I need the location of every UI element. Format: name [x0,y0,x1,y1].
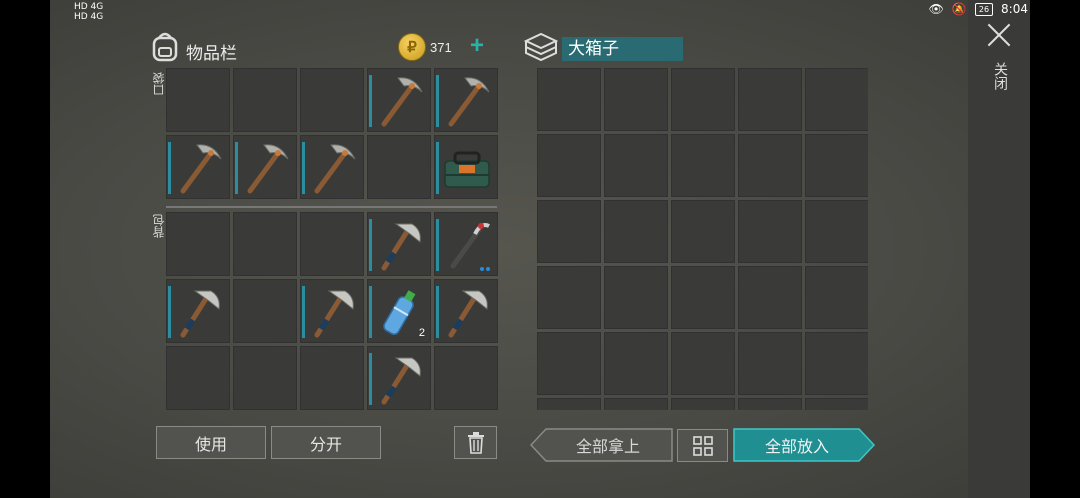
pocket-slot[interactable] [233,68,297,132]
durability-dots [480,267,492,271]
chest-slot[interactable] [805,332,868,395]
battery-icon: 26 [974,2,994,16]
chest-slot[interactable] [537,398,601,410]
chest-grid-viewport[interactable] [537,68,868,410]
pocket-slot[interactable] [367,68,431,132]
chest-slot[interactable] [604,200,668,263]
pocket-slot[interactable] [166,135,230,199]
backpack-label: 背包 [152,214,166,238]
chest-slot[interactable] [671,332,735,395]
backpack-slot[interactable] [233,212,297,276]
chest-slot[interactable] [604,134,668,197]
backpack-slot[interactable] [367,346,431,410]
chest-title: 大箱子 [562,37,683,61]
clock: 8:04 [1001,2,1028,16]
chest-slot[interactable] [537,200,601,263]
pocket-slot[interactable] [233,135,297,199]
chest-slot[interactable] [604,266,668,329]
backpack-slot[interactable] [166,346,230,410]
chest-icon [524,32,558,62]
chest-slot[interactable] [671,398,735,410]
chest-slot[interactable] [537,134,601,197]
signal-line-2: HD 4G [74,12,104,22]
chest-slot[interactable] [738,200,802,263]
chest-slot[interactable] [738,68,802,131]
put-all-label: 全部放入 [764,439,829,456]
chest-slot[interactable] [537,332,601,395]
chest-slot[interactable] [738,266,802,329]
chest-slot[interactable] [604,398,668,410]
chest-slot[interactable] [671,68,735,131]
backpack-grid: 2 [166,212,498,410]
chest-slot[interactable] [604,332,668,395]
backpack-slot[interactable]: 2 [367,279,431,343]
signal-status-left: HD 4G HD 4G [74,2,103,22]
backpack-slot[interactable] [300,346,364,410]
section-divider [166,206,497,208]
close-button[interactable] [986,22,1012,48]
chest-slot[interactable] [805,134,868,197]
inventory-title: 物品栏 [186,44,237,63]
pocket-slot[interactable] [166,68,230,132]
backpack-slot[interactable] [166,212,230,276]
coin-icon: ₽ [398,33,426,61]
status-right: 👁 🔕 26 8:04 [929,2,1028,16]
grid-sort-icon [692,435,713,456]
pocket-label: 口袋 [152,72,166,96]
trash-icon [467,431,484,454]
close-label: 关闭 [993,62,1009,90]
chest-slot[interactable] [738,398,802,410]
backpack-slot[interactable] [300,212,364,276]
pocket-slot[interactable] [300,68,364,132]
split-button[interactable]: 分开 [271,426,381,459]
chest-slot[interactable] [671,266,735,329]
chest-slot[interactable] [738,134,802,197]
chest-slot[interactable] [738,332,802,395]
chest-grid [537,68,868,410]
chest-slot[interactable] [604,68,668,131]
backpack-slot[interactable] [367,212,431,276]
chest-slot[interactable] [805,266,868,329]
coin-count: 371 [430,40,452,55]
sort-button[interactable] [677,429,728,462]
backpack-slot[interactable] [233,346,297,410]
pocket-slot[interactable] [434,135,498,199]
backpack-slot[interactable] [166,279,230,343]
chest-slot[interactable] [537,68,601,131]
item-quantity: 2 [418,327,425,339]
eye-icon: 👁 [928,2,944,16]
take-all-label: 全部拿上 [575,439,640,456]
chest-slot[interactable] [805,200,868,263]
backpack-icon [152,32,178,62]
backpack-slot[interactable] [434,279,498,343]
add-coins-button[interactable]: + [470,33,484,59]
trash-button[interactable] [454,426,497,459]
use-button[interactable]: 使用 [156,426,266,459]
pocket-slot[interactable] [300,135,364,199]
chest-slot[interactable] [805,68,868,131]
signal-line-1: HD 4G [74,2,104,12]
backpack-slot[interactable] [434,346,498,410]
backpack-slot[interactable] [233,279,297,343]
backpack-slot[interactable] [434,212,498,276]
chest-slot[interactable] [671,200,735,263]
pocket-slot[interactable] [434,68,498,132]
chest-slot[interactable] [671,134,735,197]
chest-slot[interactable] [805,398,868,410]
pocket-slot[interactable] [367,135,431,199]
mute-bell-icon: 🔕 [951,2,967,16]
backpack-slot[interactable] [300,279,364,343]
chest-slot[interactable] [537,266,601,329]
pocket-grid [166,68,498,199]
